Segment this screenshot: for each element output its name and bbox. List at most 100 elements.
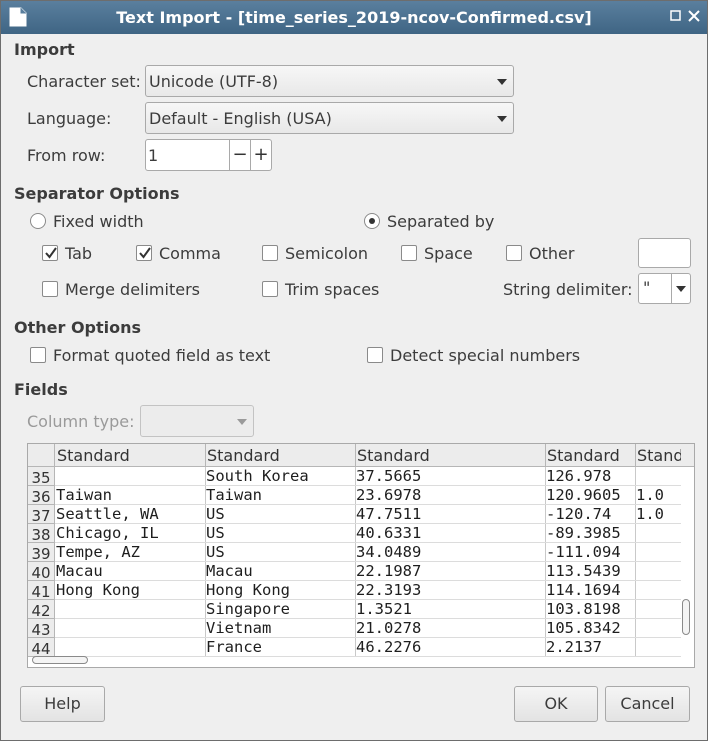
- vertical-scrollbar[interactable]: [682, 599, 690, 635]
- trim-spaces-label: Trim spaces: [285, 280, 380, 299]
- cancel-button[interactable]: Cancel: [605, 686, 690, 722]
- close-icon[interactable]: [687, 9, 701, 23]
- table-cell[interactable]: Singapore: [205, 600, 356, 619]
- table-cell[interactable]: 40.6331: [355, 524, 546, 543]
- table-cell[interactable]: [635, 619, 681, 638]
- horizontal-scrollbar[interactable]: [32, 656, 88, 664]
- charset-dropdown[interactable]: Unicode (UTF-8): [145, 65, 514, 97]
- column-header[interactable]: Standard: [635, 444, 681, 467]
- maximize-icon[interactable]: [669, 9, 683, 23]
- column-header[interactable]: Standard: [205, 444, 356, 467]
- detect-special-checkbox[interactable]: [367, 347, 383, 363]
- from-row-input[interactable]: 1: [148, 146, 158, 165]
- table-cell[interactable]: [55, 619, 206, 638]
- table-row: 41 Hong Kong Hong Kong 22.3193 114.1694: [28, 581, 688, 601]
- table-cell[interactable]: 37.5665: [355, 467, 546, 486]
- chevron-down-icon[interactable]: [676, 286, 686, 292]
- table-cell[interactable]: Chicago, IL: [55, 524, 206, 543]
- table-cell[interactable]: 114.1694: [545, 581, 636, 600]
- column-header[interactable]: Standard: [355, 444, 546, 467]
- table-cell[interactable]: [55, 600, 206, 619]
- detect-special-label: Detect special numbers: [390, 346, 581, 365]
- string-delimiter-combo[interactable]: ": [638, 273, 691, 304]
- table-row: 43 Vietnam 21.0278 105.8342: [28, 619, 688, 639]
- table-cell[interactable]: [635, 638, 681, 657]
- combo-divider: [671, 274, 672, 303]
- table-cell[interactable]: South Korea: [205, 467, 356, 486]
- semicolon-label: Semicolon: [285, 244, 368, 263]
- table-cell[interactable]: [635, 581, 681, 600]
- table-cell[interactable]: Hong Kong: [55, 581, 206, 600]
- semicolon-checkbox[interactable]: [262, 245, 278, 261]
- table-cell[interactable]: 103.8198: [545, 600, 636, 619]
- help-button[interactable]: Help: [20, 686, 105, 722]
- row-number: 36: [28, 486, 55, 506]
- table-cell[interactable]: 22.1987: [355, 562, 546, 581]
- table-cell[interactable]: Vietnam: [205, 619, 356, 638]
- column-header[interactable]: Standard: [545, 444, 636, 467]
- charset-label: Character set:: [27, 72, 141, 91]
- trim-spaces-checkbox[interactable]: [262, 281, 278, 297]
- table-cell[interactable]: 1.0: [635, 486, 681, 505]
- table-row: 42 Singapore 1.3521 103.8198: [28, 600, 688, 620]
- format-quoted-checkbox[interactable]: [30, 347, 46, 363]
- import-heading: Import: [14, 40, 75, 59]
- table-cell[interactable]: Taiwan: [55, 486, 206, 505]
- table-cell[interactable]: 113.5439: [545, 562, 636, 581]
- table-cell[interactable]: 1.0: [635, 505, 681, 524]
- table-cell[interactable]: 105.8342: [545, 619, 636, 638]
- table-cell[interactable]: Tempe, AZ: [55, 543, 206, 562]
- ok-button[interactable]: OK: [514, 686, 598, 722]
- table-cell[interactable]: 34.0489: [355, 543, 546, 562]
- table-cell[interactable]: -111.094: [545, 543, 636, 562]
- column-type-dropdown[interactable]: [140, 405, 254, 437]
- fixed-width-radio[interactable]: [30, 213, 46, 229]
- format-quoted-label: Format quoted field as text: [53, 346, 271, 365]
- increment-button[interactable]: +: [250, 140, 271, 170]
- table-cell[interactable]: France: [205, 638, 356, 657]
- table-cell[interactable]: [635, 600, 681, 619]
- table-cell[interactable]: 2.2137: [545, 638, 636, 657]
- row-number: 39: [28, 543, 55, 563]
- table-cell[interactable]: [635, 467, 681, 486]
- other-checkbox[interactable]: [506, 245, 522, 261]
- separated-by-radio[interactable]: [364, 213, 380, 229]
- table-cell[interactable]: -120.74: [545, 505, 636, 524]
- fields-preview-grid[interactable]: Standard Standard Standard Standard Stan…: [27, 443, 695, 668]
- table-cell[interactable]: 126.978: [545, 467, 636, 486]
- table-cell[interactable]: [55, 467, 206, 486]
- table-cell[interactable]: Macau: [55, 562, 206, 581]
- table-cell[interactable]: Macau: [205, 562, 356, 581]
- table-cell[interactable]: 1.3521: [355, 600, 546, 619]
- table-cell[interactable]: 23.6978: [355, 486, 546, 505]
- table-cell[interactable]: Hong Kong: [205, 581, 356, 600]
- row-number-header: [28, 444, 55, 467]
- table-cell[interactable]: Taiwan: [205, 486, 356, 505]
- column-header[interactable]: Standard: [55, 444, 206, 467]
- table-cell[interactable]: US: [205, 543, 356, 562]
- table-cell[interactable]: [635, 543, 681, 562]
- merge-delimiters-checkbox[interactable]: [42, 281, 58, 297]
- table-row: 39 Tempe, AZ US 34.0489 -111.094: [28, 543, 688, 563]
- table-cell[interactable]: 21.0278: [355, 619, 546, 638]
- table-cell[interactable]: -89.3985: [545, 524, 636, 543]
- table-cell[interactable]: [55, 638, 206, 657]
- decrement-button[interactable]: −: [229, 140, 250, 170]
- table-cell[interactable]: [635, 524, 681, 543]
- table-cell[interactable]: 47.7511: [355, 505, 546, 524]
- table-row: 37 Seattle, WA US 47.7511 -120.74 1.0: [28, 505, 688, 525]
- table-cell[interactable]: US: [205, 524, 356, 543]
- comma-checkbox[interactable]: [136, 245, 152, 261]
- table-cell[interactable]: Seattle, WA: [55, 505, 206, 524]
- chevron-down-icon: [237, 419, 247, 425]
- tab-checkbox[interactable]: [42, 245, 58, 261]
- table-cell[interactable]: [635, 562, 681, 581]
- table-cell[interactable]: 22.3193: [355, 581, 546, 600]
- other-options-heading: Other Options: [14, 318, 142, 337]
- table-cell[interactable]: 120.9605: [545, 486, 636, 505]
- table-cell[interactable]: US: [205, 505, 356, 524]
- language-dropdown[interactable]: Default - English (USA): [145, 102, 514, 134]
- space-checkbox[interactable]: [401, 245, 417, 261]
- table-cell[interactable]: 46.2276: [355, 638, 546, 657]
- other-separator-input[interactable]: [638, 238, 691, 268]
